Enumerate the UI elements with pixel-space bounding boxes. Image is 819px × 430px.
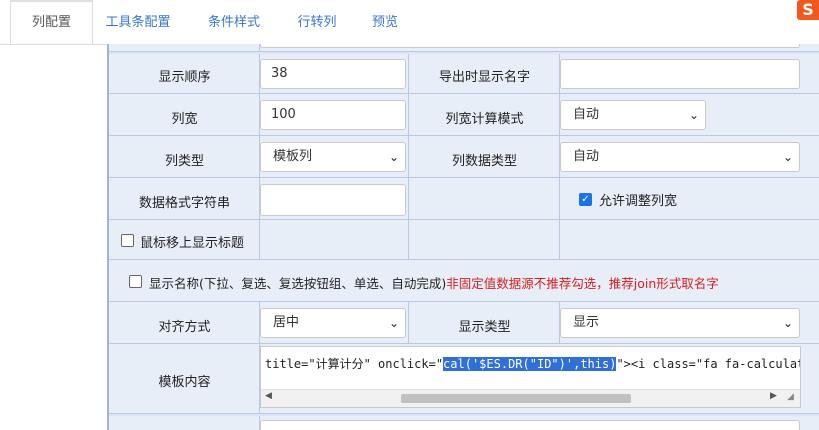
format-string-input[interactable] — [260, 184, 406, 216]
form-cell — [109, 416, 260, 430]
select-value: 自动 — [573, 107, 600, 122]
form-cell — [109, 44, 260, 52]
partial-input[interactable] — [260, 420, 800, 430]
width-mode-label: 列宽计算模式 — [445, 112, 524, 127]
show-name-row: 显示名称(下拉、复选、复选按钮组、单选、自动完成)非固定值数据源不推荐勾选，推荐… — [149, 273, 719, 292]
display-type-label: 显示类型 — [458, 320, 511, 335]
form-cell — [260, 220, 409, 260]
select-value: 模板列 — [273, 149, 313, 164]
code-selection: cal('$ES.DR("ID")',this) — [443, 357, 617, 371]
tab-toolbar-config[interactable]: 工具条配置 — [96, 0, 180, 44]
allow-resize-label: 允许调整列宽 — [599, 194, 678, 209]
alignment-select[interactable]: 居中 ⌄ — [260, 308, 406, 338]
column-type-select[interactable]: 模板列 ⌄ — [260, 142, 406, 172]
brand-logo-icon: S — [797, 0, 819, 20]
code-text: "><i class="fa fa-calculator — [616, 357, 801, 371]
display-type-select[interactable]: 显示 ⌄ — [560, 308, 800, 338]
display-order-label: 显示顺序 — [158, 70, 211, 85]
allow-resize-checkbox[interactable]: ✓ — [579, 193, 592, 206]
form-cell — [560, 220, 819, 260]
template-content-textarea[interactable]: title="计算计分" onclick="cal('$ES.DR("ID")'… — [260, 346, 801, 408]
display-order-input[interactable]: 38 — [260, 59, 406, 89]
tab-label: 列配置 — [31, 15, 71, 30]
scroll-left-icon[interactable]: ◀ — [265, 391, 272, 401]
column-type-label: 列类型 — [164, 154, 204, 169]
export-name-input[interactable] — [560, 59, 800, 89]
chevron-down-icon: ⌄ — [782, 150, 793, 164]
width-mode-select[interactable]: 自动 ⌄ — [560, 100, 706, 130]
form-cell — [409, 220, 560, 260]
hover-title-label: 鼠标移上显示标题 — [140, 236, 245, 251]
column-config-form: 显示顺序 38 导出时显示名字 列宽 100 列宽计算模式 自动 ⌄ 列类型 模… — [107, 44, 819, 430]
partial-input[interactable] — [260, 44, 800, 48]
format-string-label: 数据格式字符串 — [138, 196, 230, 211]
code-text: title="计算计分" onclick=" — [265, 357, 444, 371]
horizontal-scrollbar[interactable]: ◀ ▶ ◢ — [261, 389, 800, 407]
chevron-down-icon: ⌄ — [782, 316, 793, 330]
column-width-label: 列宽 — [171, 112, 198, 127]
data-type-label: 列数据类型 — [451, 154, 517, 169]
hover-title-checkbox[interactable] — [121, 234, 134, 247]
chevron-down-icon: ⌄ — [688, 108, 699, 122]
form-cell — [409, 178, 560, 220]
resize-grip-icon[interactable]: ◢ — [787, 392, 794, 402]
select-value: 自动 — [573, 149, 600, 164]
chevron-down-icon: ⌄ — [388, 150, 399, 164]
select-value: 居中 — [273, 315, 300, 330]
column-width-input[interactable]: 100 — [260, 100, 406, 130]
tab-label: 行转列 — [297, 15, 337, 30]
tab-preview[interactable]: 预览 — [360, 0, 410, 44]
chevron-down-icon: ⌄ — [388, 316, 399, 330]
show-name-warning: 非固定值数据源不推荐勾选，推荐join形式取名字 — [446, 276, 719, 291]
tab-conditional-style[interactable]: 条件样式 — [195, 0, 273, 44]
tab-label: 条件样式 — [207, 15, 260, 30]
alignment-label: 对齐方式 — [158, 320, 211, 335]
scroll-right-icon[interactable]: ▶ — [770, 391, 777, 401]
tab-bar: 列配置 工具条配置 条件样式 行转列 预览 S — [0, 0, 819, 45]
template-content-label: 模板内容 — [158, 375, 211, 390]
template-code: title="计算计分" onclick="cal('$ES.DR("ID")'… — [265, 355, 801, 372]
tab-label: 工具条配置 — [105, 15, 171, 30]
select-value: 显示 — [573, 315, 600, 330]
tab-row-to-column[interactable]: 行转列 — [287, 0, 347, 44]
tab-column-config[interactable]: 列配置 — [10, 0, 93, 44]
show-name-checkbox[interactable] — [129, 275, 142, 288]
data-type-select[interactable]: 自动 ⌄ — [560, 142, 800, 172]
tab-label: 预览 — [371, 15, 398, 30]
show-name-label: 显示名称(下拉、复选、复选按钮组、单选、自动完成) — [149, 276, 447, 291]
scrollbar-thumb[interactable] — [401, 394, 631, 403]
export-name-label: 导出时显示名字 — [438, 70, 530, 85]
